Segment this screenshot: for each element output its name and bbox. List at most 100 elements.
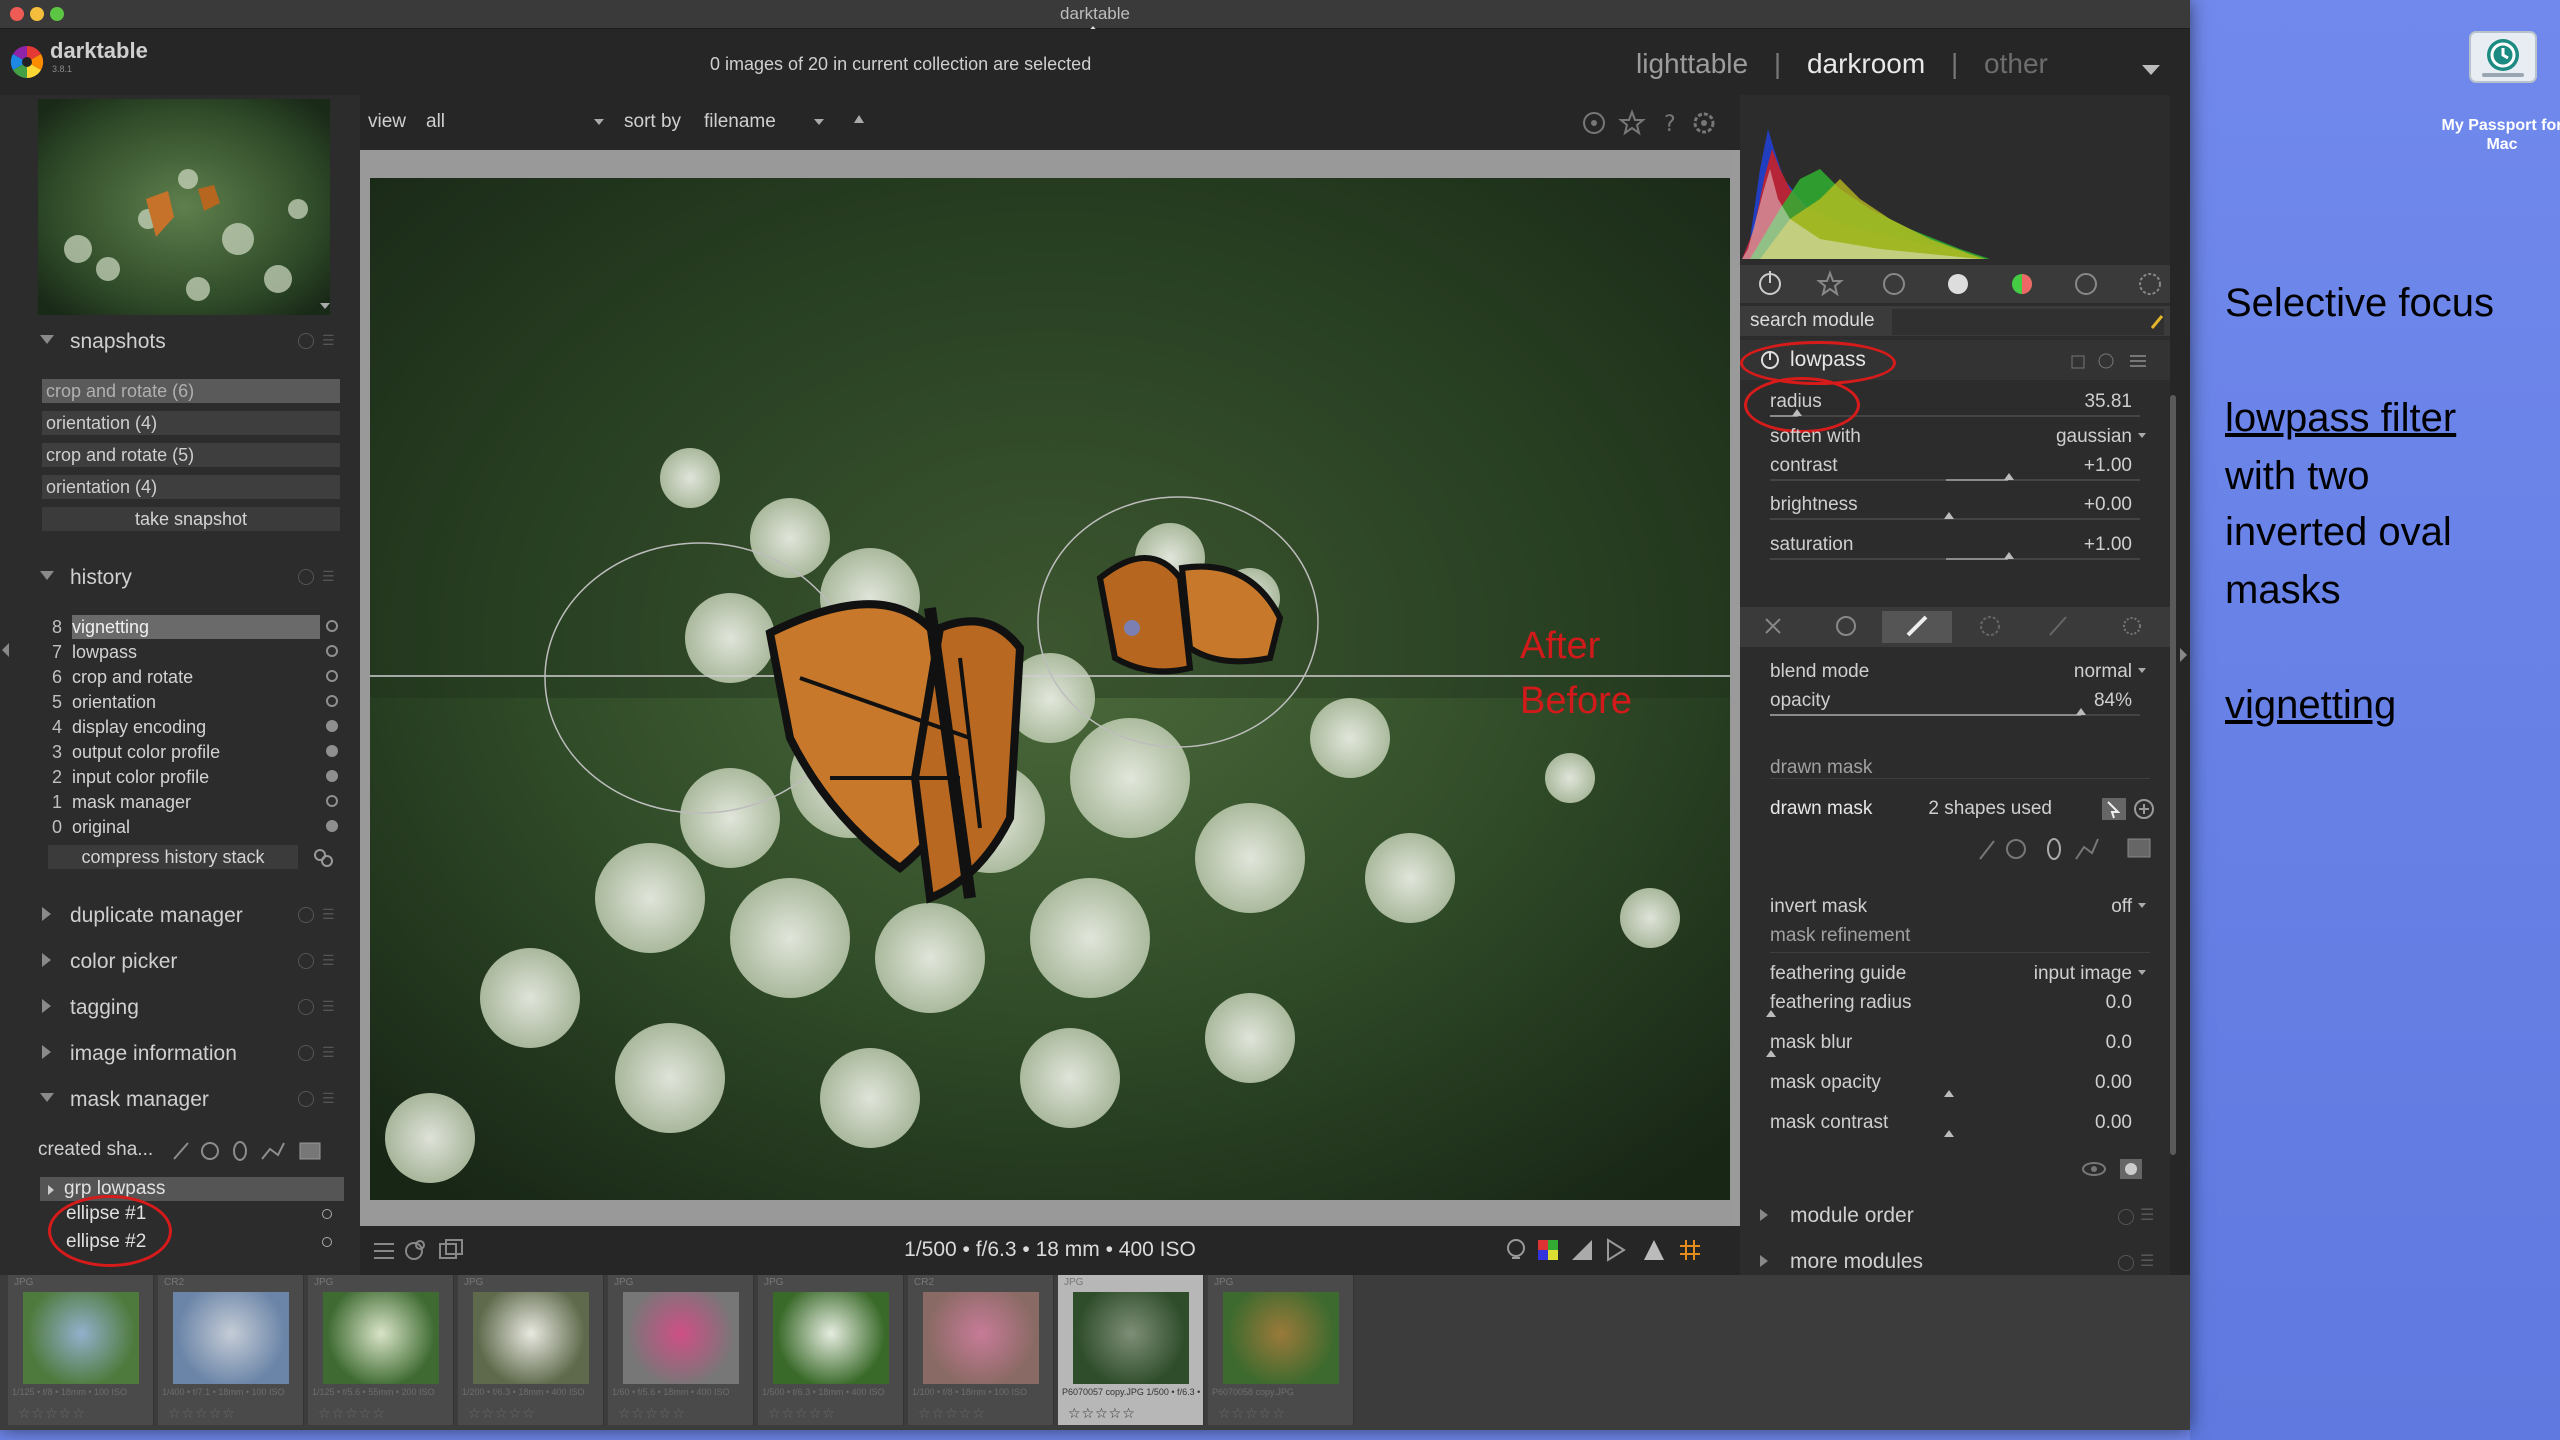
module-order-header[interactable]: module order ☰ bbox=[1740, 1195, 2170, 1237]
duplicate-manager-header[interactable]: duplicate manager ☰ bbox=[26, 895, 344, 935]
slider-handle[interactable] bbox=[1944, 1130, 1954, 1137]
filmstrip-thumbnail[interactable]: CR2 1/100 • f/8 • 18mm • 100 ISO ☆☆☆☆☆ bbox=[908, 1275, 1054, 1425]
gear-icon[interactable] bbox=[1693, 112, 1715, 134]
star-rating[interactable]: ☆☆☆☆☆ bbox=[168, 1405, 236, 1422]
warning-icon[interactable] bbox=[1644, 1240, 1664, 1260]
thumbnail-image[interactable] bbox=[923, 1292, 1039, 1384]
reset-icon[interactable] bbox=[298, 953, 314, 969]
image-information-header[interactable]: image information ☰ bbox=[26, 1033, 344, 1073]
softproof-icon[interactable] bbox=[1538, 1240, 1558, 1260]
histogram[interactable] bbox=[1740, 109, 2170, 261]
opacity-slider[interactable]: opacity 84% bbox=[1760, 684, 2152, 720]
reset-icon[interactable] bbox=[298, 907, 314, 923]
right-panel-scrollbar[interactable] bbox=[2170, 395, 2176, 1155]
history-item[interactable]: 8 vignetting bbox=[48, 615, 344, 639]
effect-group-icon[interactable] bbox=[2139, 273, 2161, 295]
presets-menu-icon[interactable]: ☰ bbox=[2140, 1251, 2154, 1271]
filmstrip-thumbnail[interactable]: JPG P6070058 copy.JPG ☆☆☆☆☆ bbox=[1208, 1275, 1354, 1425]
search-module-input[interactable] bbox=[1892, 309, 2164, 335]
favorites-star-icon[interactable] bbox=[1816, 270, 1844, 297]
color-group-icon[interactable] bbox=[2012, 274, 2032, 294]
drawn-mask-row[interactable]: drawn mask 2 shapes used bbox=[1760, 792, 2154, 828]
parametric-mask-icon[interactable] bbox=[1980, 616, 2000, 636]
thumbnail-image[interactable] bbox=[773, 1292, 889, 1384]
thumbnail-image[interactable] bbox=[473, 1292, 589, 1384]
gradient-shape-icon[interactable] bbox=[2127, 838, 2151, 858]
slider-handle[interactable] bbox=[1766, 1050, 1776, 1057]
slider-handle[interactable] bbox=[1944, 1090, 1954, 1097]
snapshot-item[interactable]: crop and rotate (6) bbox=[42, 379, 340, 403]
feathering-radius-slider[interactable]: feathering radius 0.0 bbox=[1760, 986, 2152, 1022]
tagging-header[interactable]: tagging ☰ bbox=[26, 987, 344, 1027]
slider-handle[interactable] bbox=[2076, 708, 2086, 715]
time-machine-drive-icon[interactable] bbox=[2468, 26, 2538, 86]
history-item[interactable]: 2 input color profile bbox=[48, 765, 344, 789]
star-rating[interactable]: ☆☆☆☆☆ bbox=[1218, 1405, 1286, 1422]
chevron-down-icon[interactable] bbox=[2142, 65, 2160, 75]
chevron-down-icon[interactable] bbox=[814, 119, 824, 125]
compress-history-button[interactable]: compress history stack bbox=[48, 845, 298, 869]
base-group-icon[interactable] bbox=[1883, 273, 1905, 295]
star-rating[interactable]: ☆☆☆☆☆ bbox=[468, 1405, 536, 1422]
circle-shape-icon[interactable] bbox=[201, 1142, 219, 1160]
history-item[interactable]: 3 output color profile bbox=[48, 740, 344, 764]
presets-menu-icon[interactable]: ☰ bbox=[322, 953, 336, 967]
reset-icon[interactable] bbox=[298, 569, 314, 585]
sort-ascending-icon[interactable] bbox=[854, 115, 864, 123]
blend-off-icon[interactable] bbox=[1765, 618, 1781, 634]
reset-icon[interactable] bbox=[2118, 1255, 2134, 1271]
power-icon[interactable] bbox=[1759, 271, 1781, 295]
presets-menu-icon[interactable] bbox=[2130, 355, 2146, 367]
gradient-shape-icon[interactable] bbox=[299, 1142, 321, 1160]
mask-manager-header[interactable]: mask manager ☰ bbox=[26, 1079, 344, 1119]
star-rating[interactable]: ☆☆☆☆☆ bbox=[618, 1405, 686, 1422]
filmstrip-thumbnail[interactable]: JPG 1/500 • f/6.3 • 18mm • 400 ISO ☆☆☆☆☆ bbox=[758, 1275, 904, 1425]
history-item[interactable]: 7 lowpass bbox=[48, 640, 344, 664]
drawn-parametric-icon[interactable] bbox=[2049, 616, 2067, 636]
tone-group-icon[interactable] bbox=[1948, 274, 1968, 294]
reset-icon[interactable] bbox=[298, 1091, 314, 1107]
slider-handle[interactable] bbox=[1766, 1010, 1776, 1017]
filmstrip-thumbnail[interactable]: JPG P6070057 copy.JPG 1/500 • f/6.3 • 18m… bbox=[1058, 1275, 1204, 1425]
uniform-blend-icon[interactable] bbox=[1836, 616, 1856, 636]
presets-menu-icon[interactable]: ☰ bbox=[2140, 1205, 2154, 1225]
history-item[interactable]: 5 orientation bbox=[48, 690, 344, 714]
guides-icon[interactable] bbox=[1680, 1240, 1700, 1260]
reset-icon[interactable] bbox=[298, 999, 314, 1015]
reset-icon[interactable] bbox=[298, 333, 314, 349]
slider-handle[interactable] bbox=[1944, 512, 1954, 519]
presets-menu-icon[interactable]: ☰ bbox=[322, 907, 336, 921]
presets-menu-icon[interactable]: ☰ bbox=[322, 569, 336, 583]
navigation-preview[interactable] bbox=[38, 99, 330, 315]
contrast-slider[interactable]: contrast +1.00 bbox=[1760, 449, 2152, 485]
presets-menu-icon[interactable]: ☰ bbox=[322, 999, 336, 1013]
view-filter-value[interactable]: all bbox=[426, 111, 445, 133]
history-item[interactable]: 4 display encoding bbox=[48, 715, 344, 739]
gamut-check-icon[interactable] bbox=[1572, 1240, 1592, 1260]
history-item[interactable]: 1 mask manager bbox=[48, 790, 344, 814]
filmstrip-thumbnail[interactable]: JPG 1/125 • f/8 • 18mm • 100 ISO ☆☆☆☆☆ bbox=[8, 1275, 154, 1425]
saturation-slider[interactable]: saturation +1.00 bbox=[1760, 528, 2152, 564]
add-shape-icon[interactable] bbox=[2134, 799, 2154, 819]
ellipse-shape-icon[interactable] bbox=[2047, 838, 2061, 860]
star-rating[interactable]: ☆☆☆☆☆ bbox=[918, 1405, 986, 1422]
path-shape-icon[interactable] bbox=[2075, 838, 2099, 860]
star-rating[interactable]: ☆☆☆☆☆ bbox=[18, 1405, 86, 1422]
invert-mask-combobox[interactable]: invert mask off bbox=[1760, 890, 2152, 926]
drive-label[interactable]: My Passport for Mac bbox=[2432, 116, 2560, 154]
thumbnail-image[interactable] bbox=[173, 1292, 289, 1384]
filmstrip-thumbnail[interactable]: CR2 1/400 • f/7.1 • 18mm • 100 ISO ☆☆☆☆☆ bbox=[158, 1275, 304, 1425]
snapshot-item[interactable]: orientation (4) bbox=[42, 475, 340, 499]
focus-peaking-icon[interactable] bbox=[1607, 1238, 1626, 1262]
bulb-icon[interactable] bbox=[1507, 1239, 1525, 1259]
clear-search-icon[interactable] bbox=[2150, 314, 2164, 330]
filmstrip-thumbnail[interactable]: JPG 1/125 • f/5.6 • 55mm • 200 ISO ☆☆☆☆☆ bbox=[308, 1275, 454, 1425]
filmstrip-thumbnail[interactable]: JPG 1/200 • f/6.3 • 18mm • 400 ISO ☆☆☆☆☆ bbox=[458, 1275, 604, 1425]
help-icon[interactable]: ? bbox=[1664, 112, 1676, 137]
raster-mask-icon[interactable] bbox=[2123, 617, 2141, 635]
slider-handle[interactable] bbox=[2004, 552, 2014, 559]
thumbnail-image[interactable] bbox=[23, 1292, 139, 1384]
history-header[interactable]: history ☰ bbox=[26, 557, 344, 597]
take-snapshot-button[interactable]: take snapshot bbox=[42, 507, 340, 531]
thumbnail-image[interactable] bbox=[1073, 1292, 1189, 1384]
